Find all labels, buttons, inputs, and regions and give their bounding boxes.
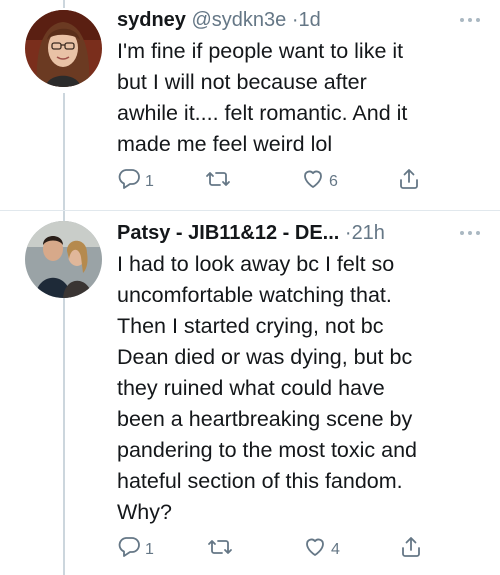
- like-icon: [303, 535, 327, 559]
- avatar[interactable]: [25, 221, 102, 298]
- tweet-text: I had to look away bc I felt so uncomfor…: [117, 252, 417, 524]
- tweet-header: Patsy - JIB11&12 - DE... ·21h: [117, 220, 490, 246]
- time-separator: ·: [344, 222, 352, 244]
- retweet-button[interactable]: [205, 165, 235, 193]
- like-button[interactable]: 4: [303, 533, 340, 561]
- tweet-text: I'm fine if people want to like it but I…: [117, 39, 408, 156]
- tweet[interactable]: Patsy - JIB11&12 - DE... ·21h I had to l…: [0, 211, 500, 575]
- reply-icon: [117, 535, 141, 559]
- tweet[interactable]: sydney @sydkn3e ·1d I'm fine if people w…: [0, 0, 500, 210]
- timestamp[interactable]: 21h: [352, 222, 385, 244]
- like-icon: [301, 167, 325, 191]
- reply-icon: [117, 167, 141, 191]
- time-separator: ·: [291, 9, 299, 31]
- share-button[interactable]: [399, 533, 423, 561]
- share-button[interactable]: [397, 165, 421, 193]
- like-button[interactable]: 6: [301, 165, 338, 193]
- like-count: 6: [329, 173, 338, 190]
- retweet-icon: [207, 535, 233, 559]
- reply-button[interactable]: 1: [117, 533, 154, 561]
- tweet-header: sydney @sydkn3e ·1d: [117, 7, 490, 33]
- display-name[interactable]: sydney: [117, 9, 186, 31]
- display-name[interactable]: Patsy - JIB11&12 - DE...: [117, 222, 339, 244]
- retweet-icon: [205, 167, 231, 191]
- reply-count: 1: [145, 173, 154, 190]
- tweet-actions: 1 4: [117, 533, 447, 561]
- more-icon[interactable]: [460, 220, 482, 246]
- timestamp[interactable]: 1d: [299, 9, 321, 31]
- avatar[interactable]: [25, 10, 102, 87]
- share-icon: [397, 167, 421, 191]
- more-icon[interactable]: [460, 7, 482, 33]
- tweet-actions: 1 6: [117, 165, 447, 193]
- retweet-button[interactable]: [207, 533, 237, 561]
- reply-button[interactable]: 1: [117, 165, 154, 193]
- like-count: 4: [331, 541, 340, 558]
- reply-count: 1: [145, 541, 154, 558]
- share-icon: [399, 535, 423, 559]
- handle[interactable]: @sydkn3e: [192, 9, 287, 31]
